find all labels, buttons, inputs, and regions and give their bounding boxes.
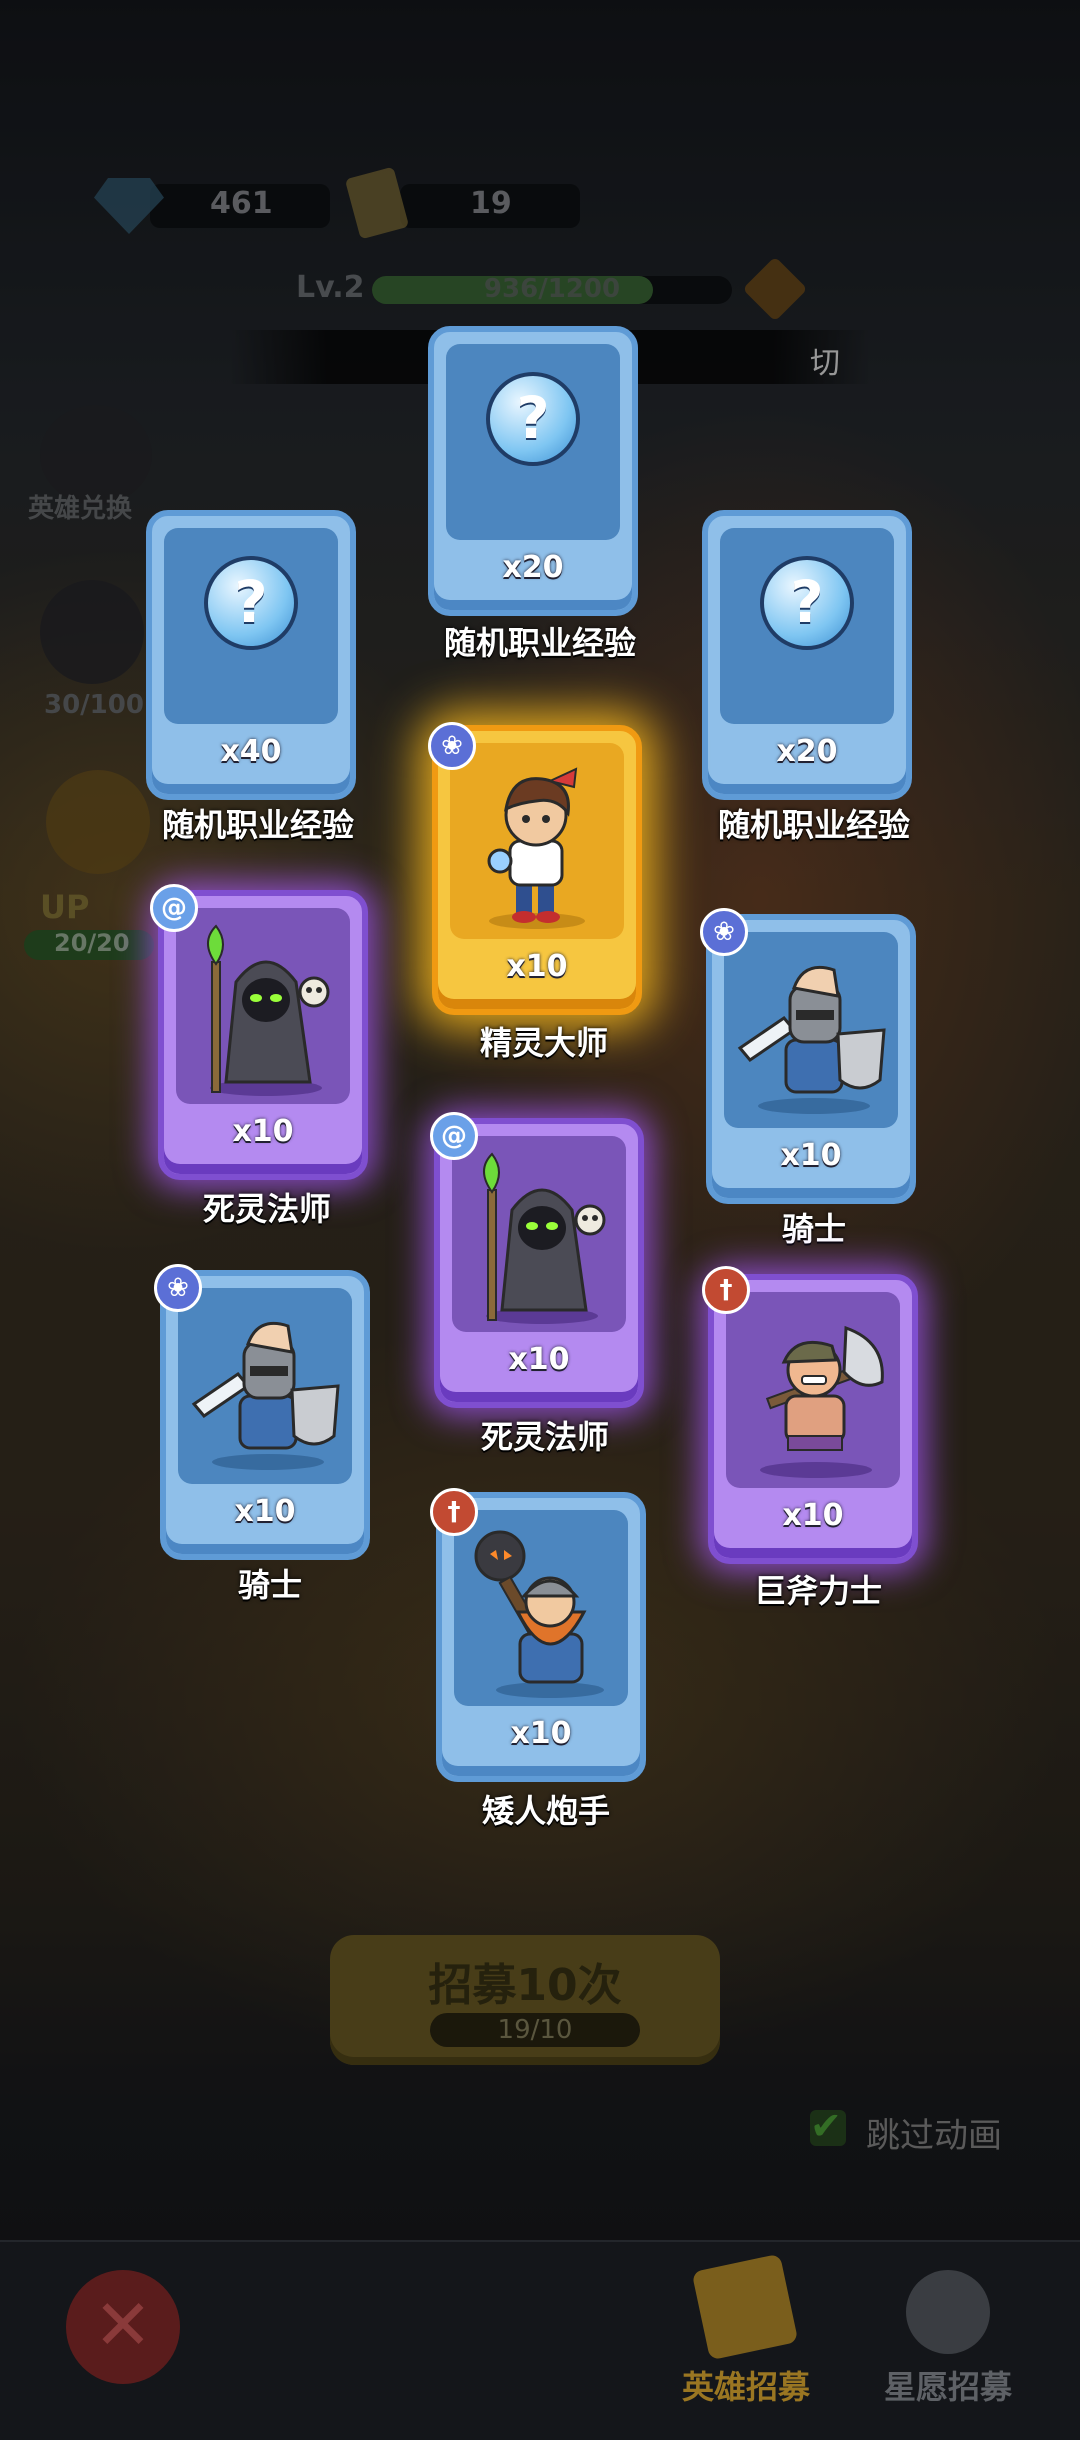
card-quantity: x20 [776,734,838,769]
card-inner [724,932,898,1128]
question-bubble-icon: ? [486,372,580,466]
card-inner [454,1510,628,1706]
card-quantity: x10 [234,1494,296,1529]
card-name: 精灵大师 [479,1024,608,1062]
card-quantity: x10 [232,1114,294,1149]
card-quantity: x10 [510,1716,572,1751]
reward-card[interactable]: x10 [158,890,368,1180]
necromancer-portrait [207,924,330,1096]
paw-icon: ❀ [700,908,748,956]
card-quantity: x40 [220,734,282,769]
close-icon: ✕ [93,2284,153,2366]
reward-card[interactable]: x10 [706,914,916,1204]
card-name: 随机职业经验 [161,806,354,844]
card-inner [176,908,350,1104]
dwarf-gunner-portrait [474,1530,604,1698]
sword-icon: † [430,1488,478,1536]
card-name: 骑士 [781,1210,846,1248]
card-quantity: x10 [780,1138,842,1173]
question-bubble-icon: ? [760,556,854,650]
reward-card[interactable]: ? x40 [146,510,356,800]
card-name: 矮人炮手 [481,1792,610,1830]
question-bubble-icon: ? [204,556,298,650]
card-inner: ? [164,528,338,724]
paw-icon: ❀ [154,1264,202,1312]
reward-card[interactable]: x10 [436,1492,646,1782]
knight-portrait [191,1321,340,1470]
swirl-icon: @ [430,1112,478,1160]
paw-icon: ❀ [428,722,476,770]
card-quantity: x20 [502,550,564,585]
sword-icon: † [702,1266,750,1314]
card-name: 随机职业经验 [443,624,636,662]
reward-card[interactable]: ? x20 [428,326,638,616]
card-inner [450,743,624,939]
card-inner: ? [720,528,894,724]
card-name: 死灵法师 [202,1190,331,1228]
card-quantity: x10 [506,949,568,984]
card-inner: ? [446,344,620,540]
card-inner [452,1136,626,1332]
tab-star-wish[interactable]: 星愿招募 [884,2362,1012,2408]
spirit-master-portrait [487,767,585,929]
card-quantity: x10 [508,1342,570,1377]
card-name: 死灵法师 [480,1418,609,1456]
reward-card[interactable]: x10 [434,1118,644,1408]
knight-portrait [737,965,886,1114]
card-name: 随机职业经验 [717,806,910,844]
hero-recruit-tab-icon [691,2253,799,2361]
card-inner [178,1288,352,1484]
card-quantity: x10 [782,1498,844,1533]
reward-card[interactable]: x10 [160,1270,370,1560]
swirl-icon: @ [150,884,198,932]
reward-card[interactable]: x10 [432,725,642,1015]
axe-warrior-portrait [760,1325,884,1478]
close-button[interactable]: ✕ [66,2270,180,2384]
card-name: 骑士 [237,1566,302,1604]
reward-card[interactable]: ? x20 [702,510,912,800]
reward-card[interactable]: x10 [708,1274,918,1564]
card-name: 巨斧力士 [753,1572,882,1610]
star-wish-tab-icon [906,2270,990,2354]
necromancer-portrait [483,1152,606,1324]
card-inner [726,1292,900,1488]
tab-hero-recruit[interactable]: 英雄招募 [682,2362,810,2408]
